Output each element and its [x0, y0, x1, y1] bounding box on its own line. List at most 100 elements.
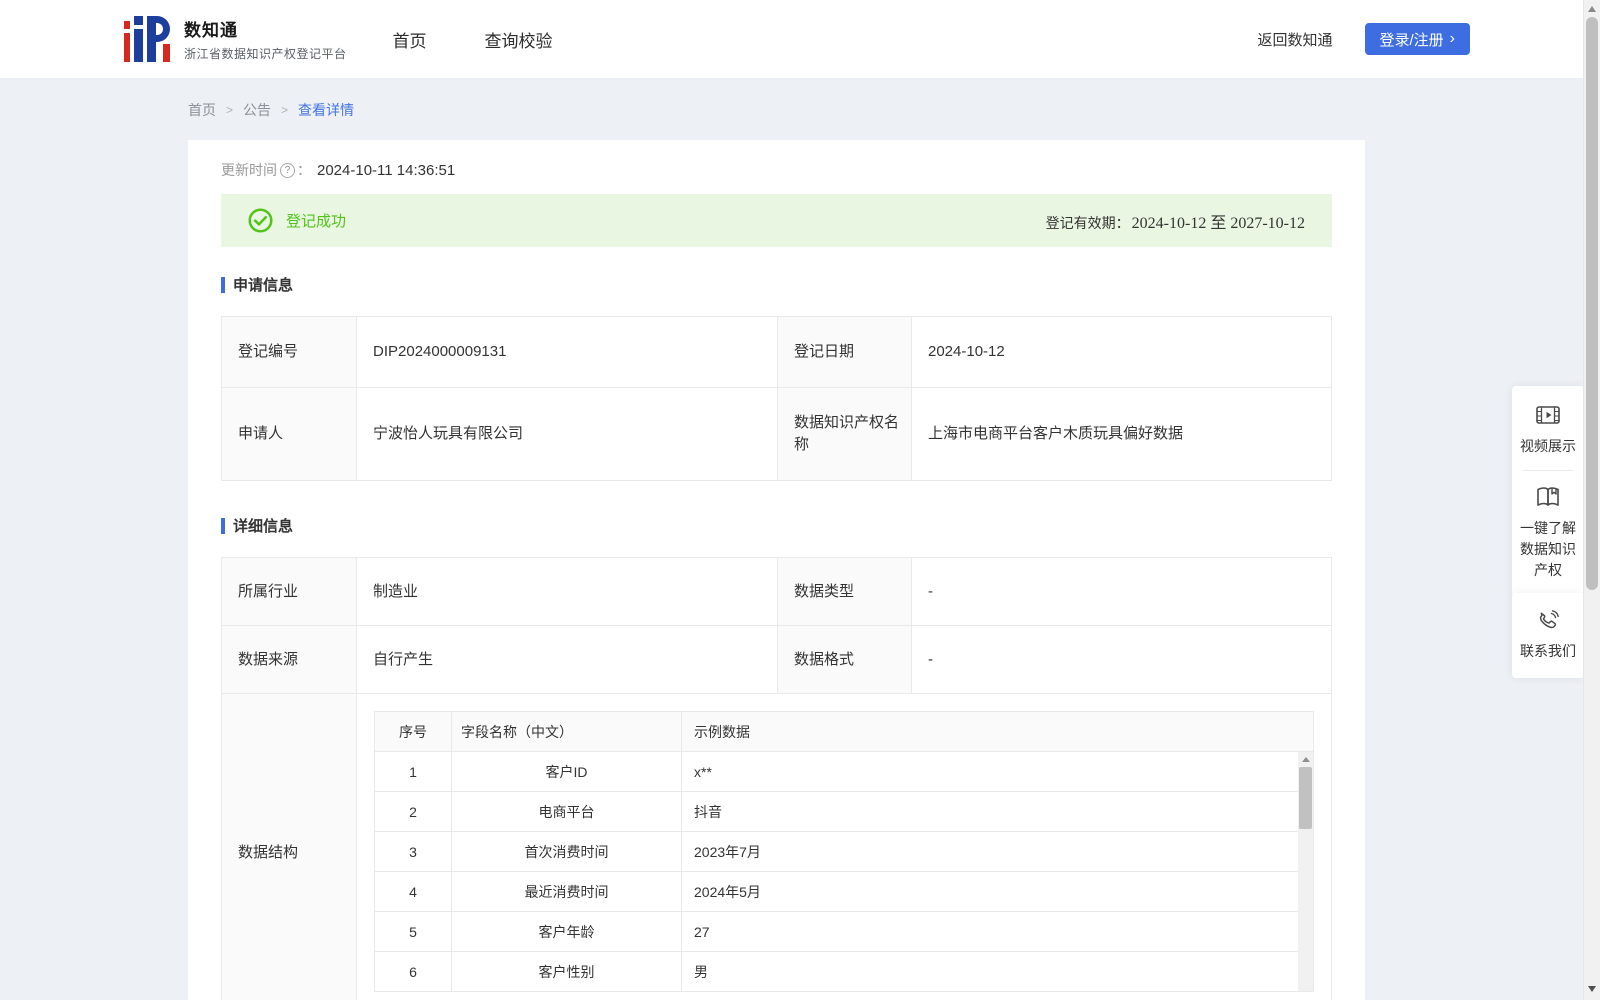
- section-detail-info-title: 详细信息: [233, 518, 294, 535]
- cell-field-name: 首次消费时间: [451, 831, 682, 872]
- breadcrumb-separator-icon: >: [226, 103, 234, 117]
- update-time-label: 更新时间: [221, 162, 277, 178]
- field-value-applicant: 宁波怡人玩具有限公司: [356, 387, 778, 481]
- structure-row: 3 首次消费时间 2023年7月: [374, 831, 1314, 872]
- field-label-data-source: 数据来源: [221, 625, 357, 694]
- scrollbar-thumb[interactable]: [1586, 17, 1598, 590]
- guide-item[interactable]: 一键了解数据知识产权: [1520, 484, 1576, 581]
- cell-sample: 27: [681, 911, 1314, 952]
- col-header-index: 序号: [374, 711, 452, 752]
- floating-panel-top: 视频展示 一键了解数据知识产权: [1512, 386, 1584, 597]
- section-apply-info-title: 申请信息: [233, 277, 294, 294]
- field-label-industry: 所属行业: [221, 557, 357, 626]
- structure-table-scrollbar[interactable]: [1298, 752, 1313, 991]
- main-nav: 首页 查询校验: [393, 27, 553, 52]
- video-icon: [1536, 406, 1560, 424]
- video-demo-item[interactable]: 视频展示: [1520, 402, 1576, 457]
- breadcrumb-home[interactable]: 首页: [188, 100, 216, 120]
- detail-info-table: 所属行业 制造业 数据类型 - 数据来源 自行产生 数据格式 - 数据结构 序号…: [221, 557, 1332, 1000]
- update-time-row: 更新时间 ? ： 2024-10-11 14:36:51: [221, 160, 1332, 180]
- cell-sample: x**: [681, 751, 1314, 792]
- floating-panel-contact[interactable]: 联系我们: [1512, 593, 1584, 678]
- cell-index: 6: [374, 951, 452, 992]
- structure-header-row: 序号 字段名称（中文） 示例数据: [374, 711, 1314, 752]
- logo-title: 数知通: [184, 21, 238, 40]
- data-structure-cell: 序号 字段名称（中文） 示例数据 1 客户ID x** 2 电商平台 抖音 3 …: [356, 693, 1332, 1000]
- cell-field-name: 电商平台: [451, 791, 682, 832]
- scroll-up-arrow-icon[interactable]: [1298, 752, 1313, 766]
- breadcrumb-current-detail: 查看详情: [298, 102, 355, 118]
- validity-label: 登记有效期：: [1045, 214, 1130, 231]
- structure-row: 6 客户性别 男: [374, 951, 1314, 992]
- guide-label: 一键了解数据知识产权: [1520, 520, 1576, 578]
- cell-sample: 2023年7月: [681, 831, 1314, 872]
- structure-row: 5 客户年龄 27: [374, 911, 1314, 952]
- cell-sample: 男: [681, 951, 1314, 992]
- cell-sample: 抖音: [681, 791, 1314, 832]
- field-value-data-source: 自行产生: [356, 625, 778, 694]
- field-label-reg-number: 登记编号: [221, 316, 357, 388]
- structure-row: 2 电商平台 抖音: [374, 791, 1314, 832]
- structure-row: 1 客户ID x**: [374, 751, 1314, 792]
- table-row: 数据来源 自行产生 数据格式 -: [221, 625, 1332, 694]
- table-row: 所属行业 制造业 数据类型 -: [221, 557, 1332, 626]
- section-apply-info: 申请信息: [221, 274, 1332, 295]
- logo[interactable]: 数知通 浙江省数据知识产权登记平台: [124, 16, 347, 62]
- nav-item-home[interactable]: 首页: [393, 27, 427, 52]
- col-header-field-name: 字段名称（中文）: [451, 711, 682, 752]
- structure-table: 序号 字段名称（中文） 示例数据 1 客户ID x** 2 电商平台 抖音 3 …: [374, 711, 1314, 992]
- structure-table-wrap: 序号 字段名称（中文） 示例数据 1 客户ID x** 2 电商平台 抖音 3 …: [374, 711, 1314, 992]
- scrollbar-thumb[interactable]: [1299, 767, 1312, 829]
- update-time-value: 2024-10-11 14:36:51: [317, 161, 456, 179]
- apply-info-table: 登记编号 DIP2024000009131 登记日期 2024-10-12 申请…: [221, 316, 1332, 481]
- detail-card: 更新时间 ? ： 2024-10-11 14:36:51 登记成功 登记有效期：…: [188, 140, 1365, 1000]
- login-register-button[interactable]: 登录/注册 ›: [1364, 23, 1470, 55]
- cell-field-name: 客户性别: [451, 951, 682, 992]
- cell-field-name: 最近消费时间: [451, 871, 682, 912]
- field-label-data-format: 数据格式: [777, 625, 912, 694]
- field-value-reg-number: DIP2024000009131: [356, 316, 778, 388]
- field-label-reg-date: 登记日期: [777, 316, 912, 388]
- table-row: 登记编号 DIP2024000009131 登记日期 2024-10-12: [221, 316, 1332, 388]
- scroll-up-arrow-icon[interactable]: [1584, 0, 1600, 17]
- col-header-sample-data: 示例数据: [681, 711, 1314, 752]
- section-detail-info: 详细信息: [221, 515, 1332, 536]
- scroll-down-arrow-icon[interactable]: [1584, 980, 1600, 997]
- field-value-dip-name: 上海市电商平台客户木质玩具偏好数据: [911, 387, 1332, 481]
- logo-ip-icon: [124, 16, 170, 62]
- divider: [1522, 470, 1574, 471]
- field-label-applicant: 申请人: [221, 387, 357, 481]
- app-header: 数知通 浙江省数据知识产权登记平台 首页 查询校验 返回数知通 登录/注册 ›: [0, 0, 1600, 78]
- video-demo-label: 视频展示: [1520, 438, 1576, 454]
- cell-index: 3: [374, 831, 452, 872]
- status-text: 登记成功: [286, 213, 347, 230]
- cell-sample: 2024年5月: [681, 871, 1314, 912]
- cell-index: 1: [374, 751, 452, 792]
- registration-success-banner: 登记成功 登记有效期： 2024-10-12 至 2027-10-12: [221, 194, 1332, 247]
- field-value-data-format: -: [911, 625, 1332, 694]
- field-label-data-structure: 数据结构: [221, 693, 357, 1000]
- cell-index: 4: [374, 871, 452, 912]
- validity-value: 2024-10-12 至 2027-10-12: [1131, 214, 1305, 232]
- section-bar-icon: [221, 276, 225, 293]
- phone-icon: [1539, 610, 1559, 629]
- back-to-shuzhitong-link[interactable]: 返回数知通: [1257, 29, 1332, 50]
- field-label-dip-name: 数据知识产权名称: [777, 387, 912, 481]
- logo-subtitle: 浙江省数据知识产权登记平台: [184, 47, 347, 61]
- book-icon: [1537, 487, 1559, 506]
- table-row-data-structure: 数据结构 序号 字段名称（中文） 示例数据 1 客户ID x** 2 电商平台 …: [221, 693, 1332, 1000]
- login-register-label: 登录/注册: [1379, 31, 1444, 49]
- help-icon[interactable]: ?: [280, 162, 295, 178]
- page-scrollbar[interactable]: [1583, 0, 1600, 1000]
- breadcrumb-separator-icon: >: [281, 103, 289, 117]
- table-row: 申请人 宁波怡人玩具有限公司 数据知识产权名称 上海市电商平台客户木质玩具偏好数…: [221, 387, 1332, 481]
- update-time-colon: ：: [297, 162, 311, 178]
- nav-item-query-verify[interactable]: 查询校验: [485, 27, 553, 52]
- field-label-data-type: 数据类型: [777, 557, 912, 626]
- section-bar-icon: [221, 517, 225, 534]
- field-value-reg-date: 2024-10-12: [911, 316, 1332, 388]
- contact-us-label: 联系我们: [1520, 643, 1576, 659]
- cell-index: 2: [374, 791, 452, 832]
- breadcrumb-announcements[interactable]: 公告: [243, 100, 271, 120]
- cell-index: 5: [374, 911, 452, 952]
